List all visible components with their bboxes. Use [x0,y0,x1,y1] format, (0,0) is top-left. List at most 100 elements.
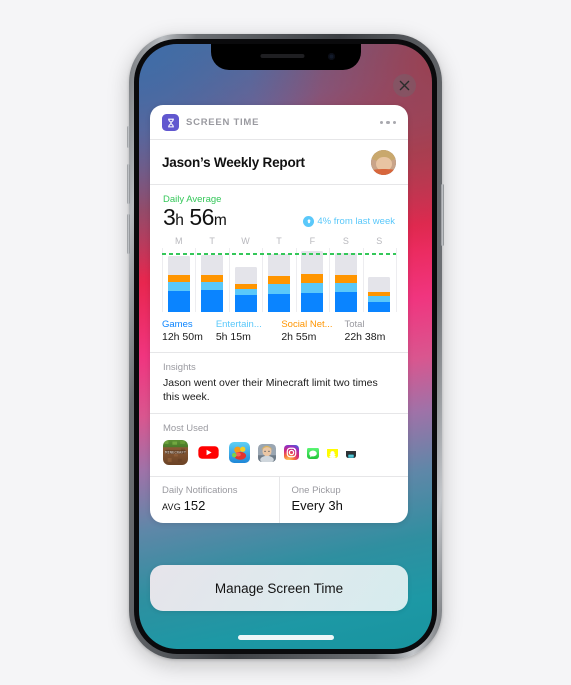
chart-segment-other [234,267,257,284]
chart-segment-other [267,254,290,277]
chart-segment-socialnet [167,274,190,283]
chart-bar-column[interactable] [195,255,228,312]
chart-bar-T [201,255,224,312]
insights-section: Insights Jason went over their Minecraft… [150,353,408,414]
chart-gridline [396,247,397,312]
chart-segment-entertain [167,282,190,291]
daily-average-value: 3h 56m [163,204,227,230]
power-button[interactable] [441,184,444,246]
avatar[interactable] [371,150,396,175]
legend-value: 22h 38m [344,330,386,343]
avg-hours: 3 [163,204,176,230]
chart-segment-games [267,293,290,312]
chart-bar-W [234,267,257,312]
stat-prefix: AVG [162,502,184,513]
chart-bar-M [167,255,190,312]
chart-segment-other [201,255,224,275]
bottom-stats: Daily Notifications AVG 152 One Pickup Ever… [150,477,409,524]
screen-time-chart: MTWTFSS [150,232,408,312]
trend-badge [303,215,315,227]
legend-label: Total [344,318,365,330]
device-notch [210,44,361,70]
chart-segment-games [368,301,391,312]
chart-limit-line [162,253,396,256]
close-button[interactable] [393,74,416,97]
chart-x-axis-labels: MTWTFSS [162,236,396,246]
chart-day-label-6: S [376,235,383,246]
manage-screen-time-label: Manage Screen Time [214,580,344,596]
avg-hours-unit: h [175,212,184,229]
chart-day-label-5: S [342,235,349,246]
most-used-label: Most Used [163,423,209,435]
page-title: Jason’s Weekly Report [162,155,305,170]
front-camera [327,53,335,60]
legend-value: 2h 55m [281,330,317,343]
legend-value: 12h 50m [162,330,203,343]
chart-day-label-3: T [276,235,282,246]
chart-segment-games [334,291,357,312]
chart-bars [162,248,396,312]
chart-day-label-1: T [209,235,215,246]
chart-bar-column[interactable] [262,254,295,312]
home-indicator[interactable] [237,635,334,640]
chart-segment-entertain [234,288,257,296]
manage-screen-time-button[interactable]: Manage Screen Time [150,565,408,611]
insights-text: Jason went over their Minecraft limit tw… [163,376,378,404]
chart-bar-column[interactable] [162,255,195,312]
arrow-up-icon [306,219,311,224]
trend-indicator: 4% from last week [303,215,395,230]
chart-bar-column[interactable] [296,250,329,312]
messages-app-icon[interactable] [307,447,319,459]
more-options-button[interactable] [379,120,396,125]
screen-time-card: SCREEN TIME Jason’s Weekly Report Daily … [150,105,409,524]
earpiece-speaker [259,54,304,58]
stat-1: One Pickup Every 3h [278,477,409,524]
portrait-app-icon[interactable] [258,443,276,462]
close-icon [399,80,410,91]
chart-segment-games [234,295,257,312]
screenshot-stage: SCREEN TIME Jason’s Weekly Report Daily … [0,0,571,685]
candy-crush-app-icon[interactable] [229,442,250,464]
daily-average-row: 3h 56m 4% from last week [163,204,395,230]
chart-legend: Games 12h 50m Entertain... 5h 15m Social Net… [150,312,408,352]
most-used-section: Most Used MINECRAFT [150,414,408,476]
legend-label: Games [162,318,193,330]
card-header: SCREEN TIME [150,105,408,139]
chart-plot-area [162,247,397,312]
chart-bar-T [267,254,290,312]
volume-down-button[interactable] [127,214,130,254]
chart-bar-column[interactable] [363,277,396,312]
volume-up-button[interactable] [127,164,130,204]
minecraft-app-icon[interactable]: MINECRAFT [163,440,188,466]
phone-screen: SCREEN TIME Jason’s Weekly Report Daily … [139,44,432,649]
legend-item-socialnet: Social Net... 2h 55m [281,319,344,343]
chart-bar-S [334,253,357,312]
stat-value: Every 3h [291,498,343,514]
chart-segment-other [334,253,357,276]
instagram-app-icon[interactable] [284,445,299,461]
legend-label: Entertain... [215,318,262,330]
chart-segment-games [301,292,324,312]
chart-day-label-4: F [309,235,316,246]
legend-item-games: Games 12h 50m [162,319,216,343]
most-used-app-list: MINECRAFT [163,440,395,466]
youtube-app-icon[interactable] [196,440,221,466]
snapchat-app-icon[interactable] [327,447,338,459]
more-options-icon [379,120,384,125]
chart-segment-games [167,290,190,312]
camera-app-icon[interactable] [346,448,356,458]
chart-day-label-2: W [241,235,250,246]
chart-segment-entertain [301,283,324,293]
chart-day-label-0: M [174,235,183,246]
mute-switch-button[interactable] [127,126,130,148]
chart-bar-column[interactable] [329,253,362,312]
chart-segment-other [368,277,391,292]
legend-value: 5h 15m [215,330,251,343]
chart-bar-column[interactable] [229,267,262,312]
chart-segment-socialnet [201,274,224,283]
chart-segment-entertain [201,282,224,290]
chart-segment-socialnet [301,274,324,284]
chart-segment-games [201,289,224,312]
stat-label: One Pickup [291,485,341,497]
avg-minutes: 56 [189,204,214,230]
